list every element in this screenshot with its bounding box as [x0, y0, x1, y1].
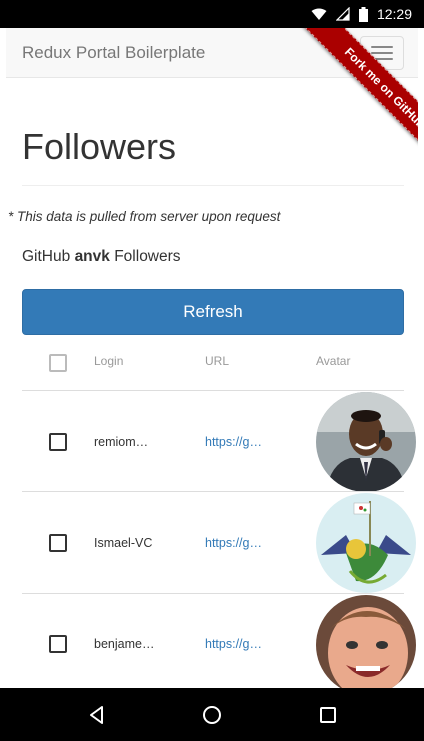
- avatar: [316, 595, 416, 688]
- table-divider: [22, 390, 404, 391]
- page-title: Followers: [22, 126, 177, 167]
- system-navigation-bar: [0, 688, 424, 741]
- wifi-icon: [311, 8, 327, 21]
- row-url-link[interactable]: https://g…: [205, 637, 262, 651]
- row-url-link[interactable]: https://g…: [205, 435, 262, 449]
- column-header-avatar: Avatar: [316, 354, 351, 368]
- browser-viewport: Redux Portal Boilerplate Fork me on GitH…: [6, 28, 418, 688]
- column-header-login: Login: [94, 354, 124, 368]
- status-bar: 12:29: [0, 0, 424, 28]
- row-checkbox[interactable]: [49, 433, 67, 451]
- subtitle-prefix: GitHub: [22, 248, 75, 265]
- table-divider: [22, 593, 404, 594]
- divider: [22, 185, 404, 186]
- recents-icon[interactable]: [313, 700, 343, 730]
- followers-subtitle: GitHub anvk Followers: [22, 248, 181, 266]
- select-all-checkbox[interactable]: [49, 354, 67, 372]
- status-time: 12:29: [376, 6, 412, 22]
- navbar-brand[interactable]: Redux Portal Boilerplate: [22, 43, 205, 63]
- row-login: benjame…: [94, 637, 155, 651]
- fork-ribbon: Fork me on GitHub: [268, 28, 418, 178]
- subtitle-suffix: Followers: [109, 248, 181, 265]
- fork-me-on-github-link[interactable]: Fork me on GitHub: [300, 28, 418, 173]
- row-login: Ismael-VC: [94, 536, 153, 550]
- row-url-link[interactable]: https://g…: [205, 536, 262, 550]
- table-divider: [22, 491, 404, 492]
- data-note: * This data is pulled from server upon r…: [8, 209, 281, 224]
- subtitle-username: anvk: [74, 248, 110, 265]
- row-login: remiom…: [94, 435, 149, 449]
- refresh-button[interactable]: Refresh: [22, 289, 404, 335]
- avatar: [316, 392, 416, 492]
- battery-icon: [358, 6, 368, 22]
- home-icon[interactable]: [197, 700, 227, 730]
- row-checkbox[interactable]: [49, 635, 67, 653]
- row-checkbox[interactable]: [49, 534, 67, 552]
- back-icon[interactable]: [82, 700, 112, 730]
- signal-icon: [335, 7, 350, 21]
- avatar: [316, 493, 416, 593]
- column-header-url: URL: [205, 354, 230, 368]
